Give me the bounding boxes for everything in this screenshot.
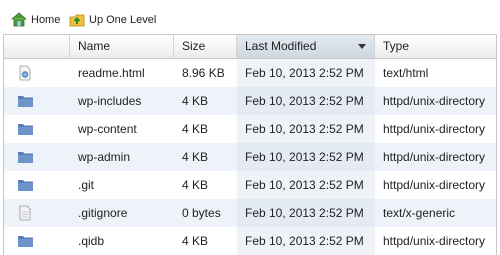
- file-size: 4 KB: [182, 234, 209, 248]
- file-name[interactable]: .qidb: [70, 227, 174, 255]
- file-last-modified: Feb 10, 2013 2:52 PM: [237, 59, 375, 87]
- column-header-icon: [4, 35, 70, 58]
- file-last-modified: Feb 10, 2013 2:52 PM: [237, 115, 375, 143]
- folder-icon: [17, 149, 33, 165]
- up-folder-icon: [69, 14, 85, 27]
- folder-icon: [17, 93, 33, 109]
- file-last-modified: Feb 10, 2013 2:52 PM: [237, 143, 375, 171]
- file-type: text/html: [383, 66, 429, 80]
- file-row[interactable]: wp-admin 4 KB Feb 10, 2013 2:52 PM httpd/un…: [4, 143, 496, 171]
- file-size: 0 bytes: [182, 206, 221, 220]
- file-type: httpd/unix-directory: [383, 178, 486, 192]
- file-name[interactable]: wp-includes: [70, 87, 174, 115]
- file-row[interactable]: .qidb 4 KB Feb 10, 2013 2:52 PM httpd/unix-…: [4, 227, 496, 255]
- home-label: Home: [31, 14, 61, 26]
- column-header-row: Name Size Last Modified Type: [4, 35, 496, 59]
- file-last-modified: Feb 10, 2013 2:52 PM: [237, 87, 375, 115]
- up-one-level-label: Up One Level: [89, 14, 157, 26]
- text-file-icon: [17, 205, 33, 221]
- file-row[interactable]: .git 4 KB Feb 10, 2013 2:52 PM httpd/unix-d…: [4, 171, 496, 199]
- file-row[interactable]: wp-includes 4 KB Feb 10, 2013 2:52 PM httpd…: [4, 87, 496, 115]
- file-size: 8.96 KB: [182, 66, 225, 80]
- column-header-size[interactable]: Size: [174, 35, 237, 58]
- last-modified-label: Last Modified: [245, 39, 317, 53]
- sort-descending-icon: [358, 44, 366, 49]
- file-size: 4 KB: [182, 178, 209, 192]
- file-last-modified: Feb 10, 2013 2:52 PM: [237, 171, 375, 199]
- html-file-icon: [17, 65, 33, 81]
- file-type: text/x-generic: [383, 206, 456, 220]
- file-name[interactable]: readme.html: [70, 59, 174, 87]
- folder-icon: [17, 233, 33, 249]
- folder-icon: [17, 121, 33, 137]
- file-last-modified: Feb 10, 2013 2:52 PM: [237, 199, 375, 227]
- file-type: httpd/unix-directory: [383, 234, 486, 248]
- file-type: httpd/unix-directory: [383, 122, 486, 136]
- file-size: 4 KB: [182, 122, 209, 136]
- column-header-last-modified[interactable]: Last Modified: [237, 35, 375, 58]
- home-button[interactable]: Home: [11, 11, 60, 29]
- file-row[interactable]: wp-content 4 KB Feb 10, 2013 2:52 PM httpd/…: [4, 115, 496, 143]
- file-name[interactable]: .git: [70, 171, 174, 199]
- file-name[interactable]: wp-admin: [70, 143, 174, 171]
- file-row[interactable]: readme.html 8.96 KB Feb 10, 2013 2:52 PM te…: [4, 59, 496, 87]
- column-header-type[interactable]: Type: [375, 35, 496, 58]
- file-size: 4 KB: [182, 150, 209, 164]
- file-list: Name Size Last Modified Type readme.html…: [3, 34, 497, 255]
- file-type: httpd/unix-directory: [383, 94, 486, 108]
- up-one-level-button[interactable]: Up One Level: [69, 11, 156, 29]
- column-header-name[interactable]: Name: [70, 35, 174, 58]
- toolbar: Home Up One Level: [0, 0, 500, 34]
- home-icon: [11, 12, 27, 27]
- file-name[interactable]: .gitignore: [70, 199, 174, 227]
- file-last-modified: Feb 10, 2013 2:52 PM: [237, 227, 375, 255]
- file-name[interactable]: wp-content: [70, 115, 174, 143]
- file-row[interactable]: .gitignore 0 bytes Feb 10, 2013 2:52 PM tex…: [4, 199, 496, 227]
- file-type: httpd/unix-directory: [383, 150, 486, 164]
- file-size: 4 KB: [182, 94, 209, 108]
- folder-icon: [17, 177, 33, 193]
